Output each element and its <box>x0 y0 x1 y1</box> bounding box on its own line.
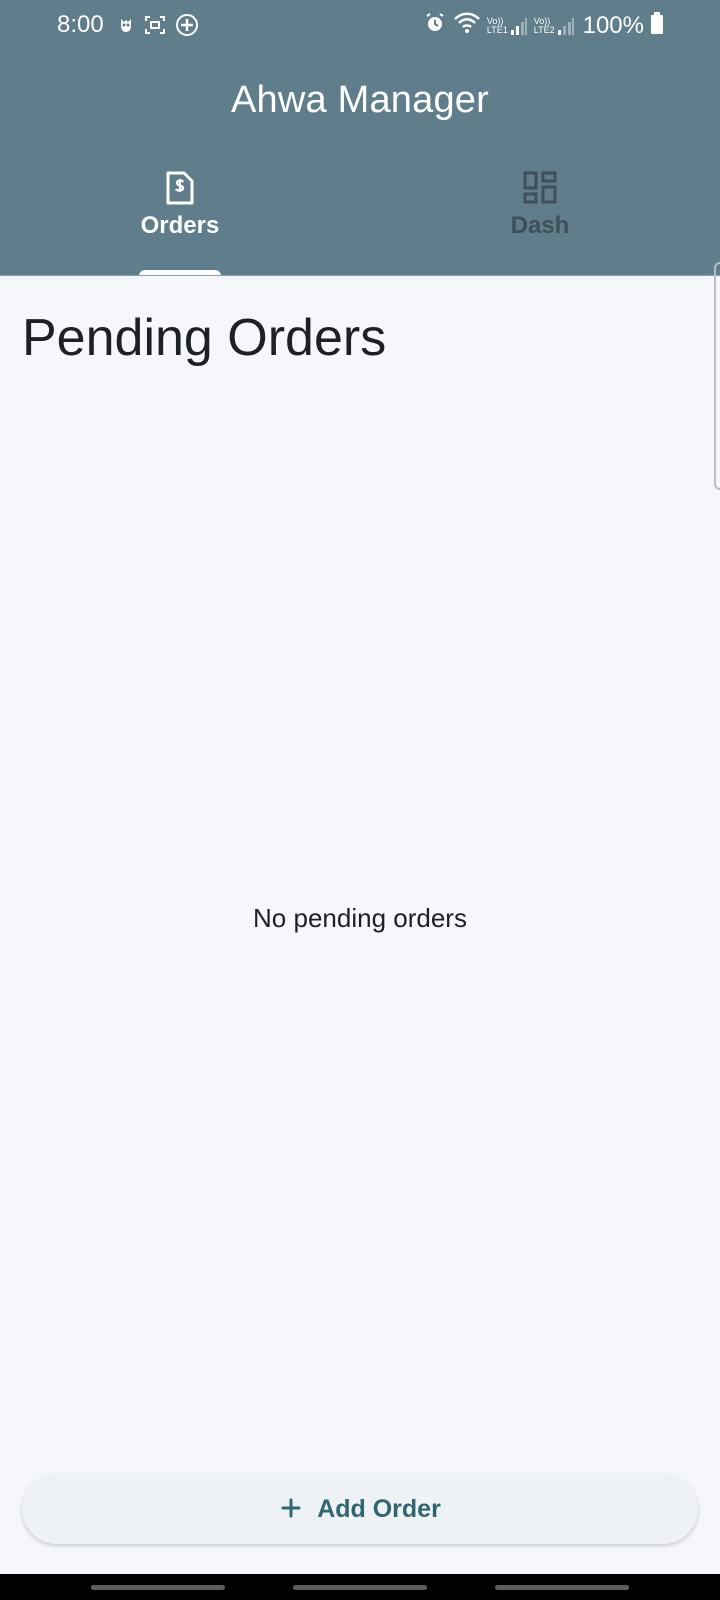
app-title: Ahwa Manager <box>231 79 489 121</box>
wifi-icon <box>453 11 481 40</box>
empty-orders-message: No pending orders <box>253 903 467 933</box>
page-title: Pending Orders <box>22 309 387 367</box>
system-navigation-bar <box>0 1574 720 1600</box>
nav-back-pill[interactable] <box>91 1585 225 1590</box>
orders-content: Pending Orders No pending orders <box>0 276 720 1574</box>
nav-recents-pill[interactable] <box>495 1585 629 1590</box>
tab-dash-label: Dash <box>510 212 570 239</box>
battery-percentage: 100% <box>582 11 644 39</box>
nav-home-pill[interactable] <box>293 1585 427 1590</box>
app-header: 8:00 Vo)) LTE1 Vo)) LTE2 100% Ahwa Manag… <box>0 0 720 276</box>
screenshot-icon <box>144 14 166 41</box>
sim2-lte-label: LTE2 <box>533 24 555 35</box>
dashboard-icon <box>523 171 557 204</box>
status-bar: 8:00 Vo)) LTE1 Vo)) LTE2 100% <box>0 0 720 56</box>
sim1-lte-label: LTE1 <box>486 24 508 35</box>
tab-orders-label: Orders <box>140 212 220 239</box>
add-circle-icon <box>174 12 200 43</box>
signal-lte1-icon: Vo)) LTE1 <box>487 16 528 36</box>
status-time: 8:00 <box>57 11 104 38</box>
plus-icon <box>279 1496 303 1523</box>
status-right-icons: Vo)) LTE1 Vo)) LTE2 100% <box>423 11 664 40</box>
tab-dash[interactable]: Dash <box>460 166 620 276</box>
add-order-button[interactable]: Add Order <box>22 1474 698 1544</box>
add-order-label: Add Order <box>317 1495 441 1523</box>
signal-lte2-icon: Vo)) LTE2 <box>534 16 575 36</box>
tab-orders[interactable]: Orders <box>100 166 260 276</box>
owl-icon <box>116 15 136 40</box>
receipt-dollar-icon <box>166 171 194 205</box>
battery-icon <box>650 11 664 40</box>
status-left-icons <box>116 12 200 43</box>
alarm-icon <box>423 11 447 40</box>
